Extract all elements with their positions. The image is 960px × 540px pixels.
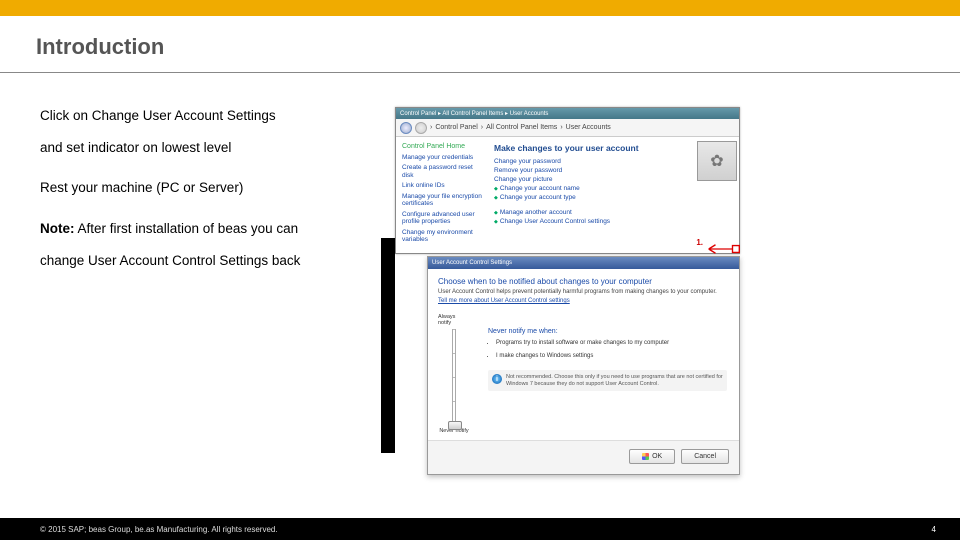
cp-sidebar: Control Panel Home Manage your credentia… <box>396 137 488 253</box>
cp-body: Control Panel Home Manage your credentia… <box>396 137 739 253</box>
cp-bottom-links: Manage another account Change User Accou… <box>494 209 733 225</box>
sidebar-link[interactable]: Configure advanced user profile properti… <box>402 211 482 226</box>
instruction-line: and set indicator on lowest level <box>40 139 395 157</box>
sidebar-heading[interactable]: Control Panel Home <box>402 143 482 150</box>
uac-button-row: OK Cancel <box>428 440 739 474</box>
sidebar-link[interactable]: Link online IDs <box>402 182 482 189</box>
annotation-number: 1. <box>696 238 703 247</box>
uac-heading: Choose when to be notified about changes… <box>438 277 729 286</box>
screenshot-stack: Control Panel ▸ All Control Panel Items … <box>395 107 740 475</box>
cp-titlebar: Control Panel ▸ All Control Panel Items … <box>396 108 739 119</box>
uac-dialog: User Account Control Settings Choose whe… <box>427 256 740 475</box>
ok-button-label: OK <box>652 453 662 460</box>
breadcrumb-item[interactable]: Control Panel <box>435 124 477 131</box>
control-panel-window: Control Panel ▸ All Control Panel Items … <box>395 107 740 254</box>
uac-info-title: Never notify me when: <box>488 328 727 335</box>
note-line: Note: After first installation of beas y… <box>40 220 395 238</box>
uac-bullet: Programs try to install software or make… <box>496 340 727 347</box>
user-avatar: ✿ <box>697 141 737 181</box>
annotation-arrow-icon <box>707 243 741 255</box>
cp-main: Make changes to your user account Change… <box>488 137 739 253</box>
sidebar-link[interactable]: Manage your file encryption certificates <box>402 193 482 208</box>
breadcrumb-item[interactable]: User Accounts <box>566 124 611 131</box>
instruction-line: Rest your machine (PC or Server) <box>40 179 395 197</box>
note-rest: After first installation of beas you can <box>75 221 299 236</box>
header: Introduction <box>0 16 960 72</box>
instruction-line: Click on Change User Account Settings <box>40 107 395 125</box>
copyright: © 2015 SAP; beas Group, be.as Manufactur… <box>40 525 278 534</box>
sidebar-link[interactable]: Manage your credentials <box>402 154 482 161</box>
uac-slider-row: Always notify Never notify Never notify … <box>438 314 729 434</box>
breadcrumb-item[interactable]: All Control Panel Items <box>486 124 557 131</box>
instruction-text: Click on Change User Account Settings an… <box>40 107 395 475</box>
uac-titlebar: User Account Control Settings <box>428 257 739 269</box>
uac-slider[interactable] <box>452 329 456 425</box>
content-row: Click on Change User Account Settings an… <box>0 73 960 475</box>
cancel-button-label: Cancel <box>694 453 716 460</box>
cancel-button[interactable]: Cancel <box>681 449 729 464</box>
cp-nav-bar: › Control Panel › All Control Panel Item… <box>396 119 739 137</box>
uac-info-column: Never notify me when: Programs try to in… <box>470 314 729 434</box>
uac-bullets: Programs try to install software or make… <box>496 340 727 360</box>
manage-another-link[interactable]: Manage another account <box>494 209 733 216</box>
uac-bullet: I make changes to Windows settings <box>496 353 727 360</box>
breadcrumb-item: › <box>430 124 432 131</box>
page-number: 4 <box>932 525 936 534</box>
slider-handle[interactable] <box>448 421 462 430</box>
note-prefix: Note: <box>40 221 75 236</box>
footer: © 2015 SAP; beas Group, be.as Manufactur… <box>0 518 960 540</box>
change-uac-link[interactable]: Change User Account Control settings <box>494 218 733 225</box>
account-link[interactable]: Change your account name <box>494 185 733 192</box>
breadcrumb-sep: › <box>560 124 562 131</box>
back-button[interactable] <box>400 122 412 134</box>
forward-button[interactable] <box>415 122 427 134</box>
info-icon: i <box>492 374 502 384</box>
uac-warning: i Not recommended. Choose this only if y… <box>488 370 727 391</box>
account-link[interactable]: Change your account type <box>494 194 733 201</box>
page-title: Introduction <box>36 34 924 60</box>
uac-warning-text: Not recommended. Choose this only if you… <box>506 374 723 387</box>
uac-slider-column: Always notify Never notify <box>438 314 470 434</box>
note-line: change User Account Control Settings bac… <box>40 252 395 270</box>
uac-subtext: User Account Control helps prevent poten… <box>438 289 729 296</box>
sidebar-link[interactable]: Change my environment variables <box>402 229 482 244</box>
black-edge <box>381 238 395 453</box>
uac-help-link[interactable]: Tell me more about User Account Control … <box>438 298 729 304</box>
breadcrumb-sep: › <box>481 124 483 131</box>
ok-button[interactable]: OK <box>629 449 675 464</box>
uac-body: Choose when to be notified about changes… <box>428 269 739 440</box>
accent-bar <box>0 0 960 16</box>
sidebar-link[interactable]: Create a password reset disk <box>402 164 482 179</box>
slider-label-top: Always notify <box>438 314 470 326</box>
